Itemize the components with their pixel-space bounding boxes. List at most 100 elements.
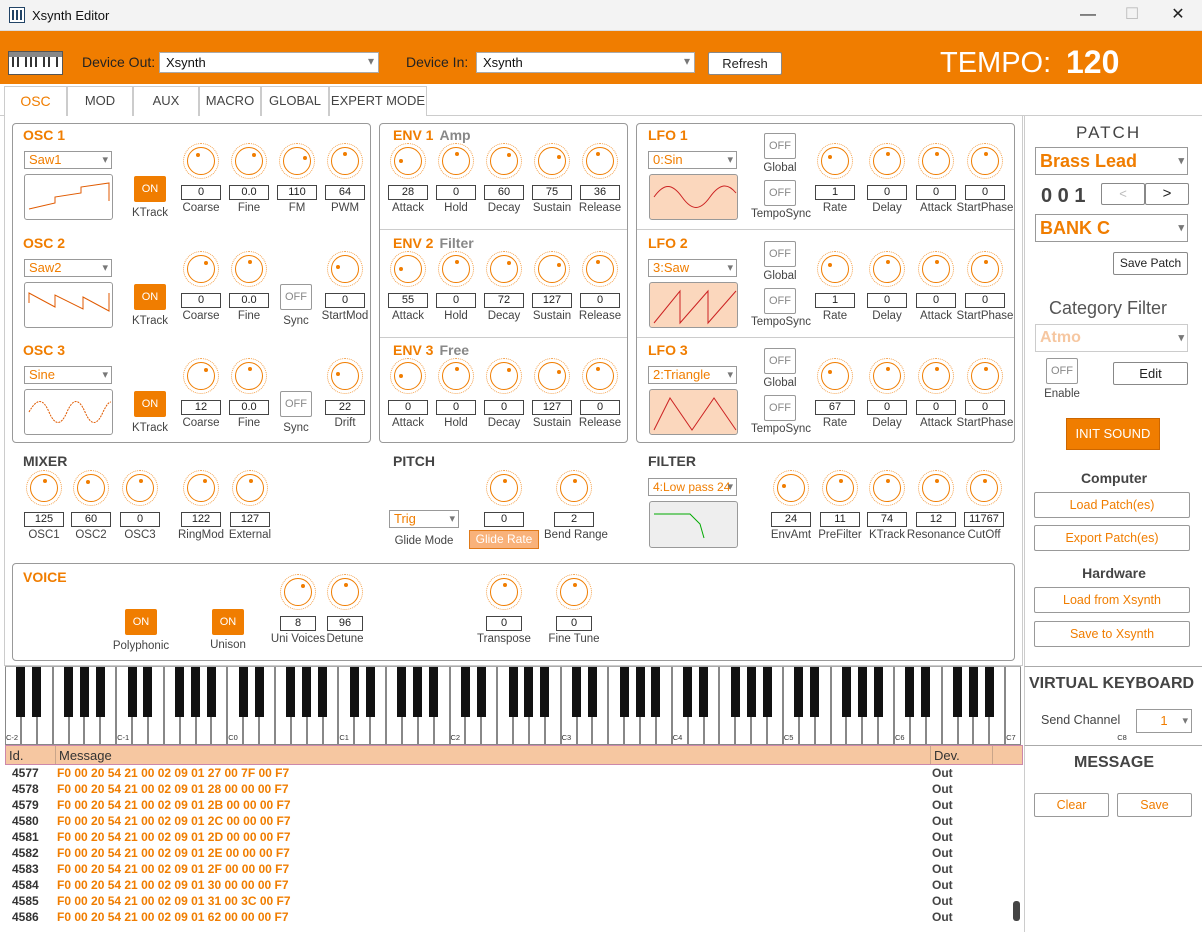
osc3-fine-knob[interactable]: [231, 358, 267, 394]
mixer-ringmod-value[interactable]: 122: [181, 512, 221, 527]
black-key[interactable]: [429, 667, 439, 717]
osc3-coarse-value[interactable]: 12: [181, 400, 221, 415]
bend-range-value[interactable]: 2: [554, 512, 594, 527]
mixer-osc1-value[interactable]: 125: [24, 512, 64, 527]
black-key[interactable]: [302, 667, 312, 717]
init-sound-button[interactable]: INIT SOUND: [1066, 418, 1160, 450]
black-key[interactable]: [762, 667, 772, 717]
load-from-xsynth-button[interactable]: Load from Xsynth: [1034, 587, 1190, 613]
filter-prefilter-value[interactable]: 11: [820, 512, 860, 527]
mixer-ringmod-knob[interactable]: [183, 470, 219, 506]
clear-messages-button[interactable]: Clear: [1034, 793, 1109, 817]
tab-mod[interactable]: MOD: [67, 86, 133, 116]
black-key[interactable]: [968, 667, 978, 717]
lfo1-attack-knob[interactable]: [918, 143, 954, 179]
prev-patch-button[interactable]: <: [1101, 183, 1145, 205]
voice-fine-tune-knob[interactable]: [556, 574, 592, 610]
filter-envamt-value[interactable]: 24: [771, 512, 811, 527]
black-key[interactable]: [651, 667, 661, 717]
black-key[interactable]: [175, 667, 185, 717]
lfo1-startphase-knob[interactable]: [967, 143, 1003, 179]
osc2-coarse-knob[interactable]: [183, 251, 219, 287]
filter-ktrack-value[interactable]: 74: [867, 512, 907, 527]
osc1-coarse-value[interactable]: 0: [181, 185, 221, 200]
black-key[interactable]: [460, 667, 470, 717]
tab-expert-mode[interactable]: EXPERT MODE: [329, 86, 427, 116]
env2-hold-knob[interactable]: [438, 251, 474, 287]
lfo3-rate-value[interactable]: 67: [815, 400, 855, 415]
tab-osc[interactable]: OSC: [4, 86, 67, 116]
black-key[interactable]: [206, 667, 216, 717]
black-key[interactable]: [64, 667, 73, 717]
mixer-osc1-knob[interactable]: [26, 470, 62, 506]
lfo3-temposync-toggle[interactable]: OFF: [764, 395, 796, 421]
black-key[interactable]: [16, 667, 26, 717]
env3-hold-knob[interactable]: [438, 358, 474, 394]
lfo3-startphase-knob[interactable]: [967, 358, 1003, 394]
osc1-fine-knob[interactable]: [231, 143, 267, 179]
black-key[interactable]: [349, 667, 359, 717]
lfo3-attack-knob[interactable]: [918, 358, 954, 394]
black-key[interactable]: [143, 667, 153, 717]
black-key[interactable]: [619, 667, 629, 717]
lfo3-attack-value[interactable]: 0: [916, 400, 956, 415]
black-key[interactable]: [238, 667, 248, 717]
save-patch-button[interactable]: Save Patch: [1113, 252, 1188, 275]
env1-sustain-knob[interactable]: [534, 143, 570, 179]
polyphonic-toggle[interactable]: ON: [125, 609, 157, 635]
mixer-osc2-value[interactable]: 60: [71, 512, 111, 527]
osc3-ktrack-toggle[interactable]: ON: [134, 391, 166, 417]
lfo2-attack-knob[interactable]: [918, 251, 954, 287]
env1-release-value[interactable]: 36: [580, 185, 620, 200]
black-key[interactable]: [191, 667, 200, 717]
filter-type-select[interactable]: 4:Low pass 24: [648, 478, 737, 496]
lfo2-rate-value[interactable]: 1: [815, 293, 855, 308]
lfo1-rate-value[interactable]: 1: [815, 185, 855, 200]
tempo-value[interactable]: 120: [1066, 44, 1119, 81]
voice-uni-voices-value[interactable]: 8: [280, 616, 316, 631]
filter-cutoff-knob[interactable]: [966, 470, 1002, 506]
black-key[interactable]: [921, 667, 931, 717]
mixer-osc3-value[interactable]: 0: [120, 512, 160, 527]
lfo2-startphase-knob[interactable]: [967, 251, 1003, 287]
black-key[interactable]: [699, 667, 708, 717]
glide-rate-knob[interactable]: [486, 470, 522, 506]
osc3-drift-knob[interactable]: [327, 358, 363, 394]
env3-release-value[interactable]: 0: [580, 400, 620, 415]
env2-sustain-value[interactable]: 127: [532, 293, 572, 308]
black-key[interactable]: [953, 667, 962, 717]
minimize-button[interactable]: —: [1066, 4, 1110, 28]
filter-resonance-knob[interactable]: [918, 470, 954, 506]
filter-resonance-value[interactable]: 12: [916, 512, 956, 527]
lfo2-attack-value[interactable]: 0: [916, 293, 956, 308]
env2-decay-knob[interactable]: [486, 251, 522, 287]
black-key[interactable]: [508, 667, 518, 717]
osc1-fm-value[interactable]: 110: [277, 185, 317, 200]
black-key[interactable]: [32, 667, 42, 717]
black-key[interactable]: [635, 667, 645, 717]
lfo1-startphase-value[interactable]: 0: [965, 185, 1005, 200]
next-patch-button[interactable]: >: [1145, 183, 1189, 205]
black-key[interactable]: [127, 667, 137, 717]
osc2-sync-toggle[interactable]: OFF: [280, 284, 312, 310]
tab-global[interactable]: GLOBAL: [261, 86, 329, 116]
black-key[interactable]: [572, 667, 581, 717]
env2-attack-value[interactable]: 55: [388, 293, 428, 308]
voice-transpose-knob[interactable]: [486, 574, 522, 610]
env3-release-knob[interactable]: [582, 358, 618, 394]
env2-decay-value[interactable]: 72: [484, 293, 524, 308]
osc2-wave-select[interactable]: Saw2: [24, 259, 112, 277]
maximize-button[interactable]: ☐: [1110, 4, 1154, 28]
env2-release-value[interactable]: 0: [580, 293, 620, 308]
osc3-sync-toggle[interactable]: OFF: [280, 391, 312, 417]
env1-attack-value[interactable]: 28: [388, 185, 428, 200]
lfo1-temposync-toggle[interactable]: OFF: [764, 180, 796, 206]
black-key[interactable]: [730, 667, 740, 717]
black-key[interactable]: [540, 667, 550, 717]
env2-hold-value[interactable]: 0: [436, 293, 476, 308]
osc1-ktrack-toggle[interactable]: ON: [134, 176, 166, 202]
filter-cutoff-value[interactable]: 11767: [964, 512, 1004, 527]
black-key[interactable]: [857, 667, 867, 717]
osc3-fine-value[interactable]: 0.0: [229, 400, 269, 415]
device-in-select[interactable]: Xsynth: [476, 52, 695, 73]
